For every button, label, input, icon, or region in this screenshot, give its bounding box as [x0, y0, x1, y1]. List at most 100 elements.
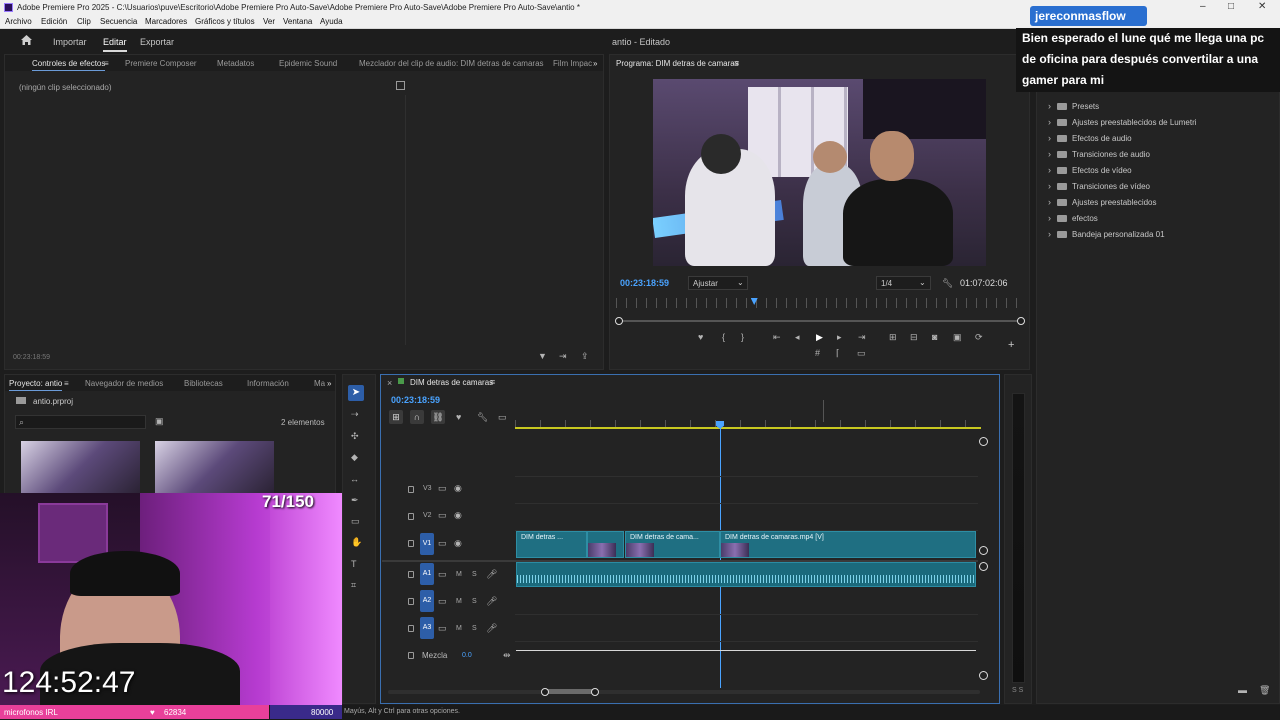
panel-toggle-icon[interactable]: [396, 81, 405, 90]
play-icon[interactable]: ▶: [816, 333, 823, 342]
panel-menu-icon[interactable]: ≡: [64, 379, 69, 388]
eye-icon[interactable]: ◉: [454, 511, 462, 520]
program-timecode[interactable]: 00:23:18:59: [620, 278, 669, 288]
microphone-icon[interactable]: 🎤︎: [486, 570, 497, 579]
timeline-settings-icon[interactable]: 🔧︎: [477, 413, 488, 422]
sync-lock-icon[interactable]: ▭: [438, 511, 447, 520]
solo-button[interactable]: S: [472, 625, 477, 632]
overlay-icon[interactable]: ⌈: [836, 349, 840, 358]
audio-clip[interactable]: [516, 562, 976, 587]
effects-item[interactable]: › Efectos de audio: [1048, 134, 1132, 146]
lock-icon[interactable]: [408, 571, 414, 578]
effects-item[interactable]: › Presets: [1048, 102, 1099, 114]
timeline-menu-icon[interactable]: ≡: [490, 377, 495, 387]
zoom-handle-right[interactable]: [1017, 317, 1025, 325]
track-select-icon[interactable]: ⇢: [351, 410, 359, 419]
eye-icon[interactable]: ◉: [454, 539, 462, 548]
vscroll-handle[interactable]: [979, 437, 988, 446]
share-icon[interactable]: ⇪: [581, 352, 589, 361]
timeline-hscroll[interactable]: [388, 690, 980, 694]
tab-epidemic-sound[interactable]: Epidemic Sound: [279, 59, 337, 68]
mark-out-icon[interactable]: }: [741, 333, 744, 342]
maximize-icon[interactable]: □: [1228, 1, 1234, 12]
tab-media-browser[interactable]: Navegador de medios: [85, 379, 163, 388]
video-clip[interactable]: DIM detras de camaras.mp4 [V]: [720, 531, 976, 558]
workspace-tab-exportar[interactable]: Exportar: [140, 37, 174, 47]
close-sequence-icon[interactable]: ×: [387, 378, 392, 388]
hand-icon[interactable]: ✋: [351, 538, 362, 547]
workspace-tab-importar[interactable]: Importar: [53, 37, 87, 47]
tab-premiere-composer[interactable]: Premiere Composer: [125, 59, 197, 68]
tab-libraries[interactable]: Bibliotecas: [184, 379, 223, 388]
menu-marcadores[interactable]: Marcadores: [145, 17, 187, 26]
ripple-edit-icon[interactable]: ✣: [351, 432, 359, 441]
new-bin-folder-icon[interactable]: ▣: [155, 417, 164, 426]
hscroll-handle-left[interactable]: [541, 688, 549, 696]
effects-item[interactable]: › Transiciones de audio: [1048, 150, 1150, 162]
microphone-icon[interactable]: 🎤︎: [486, 624, 497, 633]
panel-overflow-icon[interactable]: »: [593, 59, 597, 68]
mix-jump-icon[interactable]: ⇹: [503, 651, 511, 660]
trash-icon[interactable]: 🗑︎: [1259, 686, 1270, 695]
selection-tool-icon[interactable]: ➤: [348, 385, 364, 401]
slip-icon[interactable]: ↔: [350, 475, 359, 484]
panel-overflow-icon[interactable]: »: [327, 379, 331, 388]
lock-icon[interactable]: [408, 625, 414, 632]
work-area-bar[interactable]: [515, 427, 981, 429]
home-icon[interactable]: [20, 34, 33, 46]
effects-item[interactable]: › Efectos de vídeo: [1048, 166, 1132, 178]
sequence-tab[interactable]: DIM detras de camaras: [410, 378, 493, 387]
tab-project-antio[interactable]: Proyecto: antio: [9, 379, 63, 391]
menu-archivo[interactable]: Archivo: [5, 17, 32, 26]
menu-ventana[interactable]: Ventana: [283, 17, 312, 26]
step-forward-icon[interactable]: ▸: [837, 333, 842, 342]
multicam-icon[interactable]: ▭: [857, 349, 866, 358]
effects-item[interactable]: › Transiciones de vídeo: [1048, 182, 1150, 194]
captions-icon[interactable]: ▭: [498, 413, 507, 422]
zoom-handle-left[interactable]: [615, 317, 623, 325]
export-frame-icon[interactable]: ⇥: [559, 352, 567, 361]
solo-button[interactable]: S: [472, 598, 477, 605]
menu-clip[interactable]: Clip: [77, 17, 91, 26]
resolution-dropdown[interactable]: 1/4 ⌄: [876, 276, 931, 290]
tab-film-impac[interactable]: Film Impac: [553, 59, 592, 68]
fit-dropdown[interactable]: Ajustar ⌄: [688, 276, 748, 290]
rectangle-icon[interactable]: ▭: [351, 517, 360, 526]
new-folder-icon[interactable]: ▬: [1238, 686, 1247, 695]
nest-icon[interactable]: ⊞: [389, 410, 403, 424]
timeline-marker-icon[interactable]: ♥: [456, 413, 461, 422]
step-back-icon[interactable]: ◂: [795, 333, 800, 342]
go-to-out-icon[interactable]: ⇥: [858, 333, 866, 342]
microphone-icon[interactable]: 🎤︎: [486, 597, 497, 606]
mute-button[interactable]: M: [456, 598, 462, 605]
pen-icon[interactable]: ✒: [351, 496, 359, 505]
menu-ayuda[interactable]: Ayuda: [320, 17, 343, 26]
video-clip[interactable]: [587, 531, 624, 558]
effects-item[interactable]: › efectos: [1048, 214, 1098, 226]
hscroll-handle-right[interactable]: [591, 688, 599, 696]
lock-icon[interactable]: [408, 598, 414, 605]
tab-metadatos[interactable]: Metadatos: [217, 59, 254, 68]
vscroll-handle[interactable]: [979, 562, 988, 571]
tab-info[interactable]: Información: [247, 379, 289, 388]
sync-lock-icon[interactable]: ▭: [438, 570, 447, 579]
go-to-in-icon[interactable]: ⇤: [773, 333, 781, 342]
timeline-playhead-line[interactable]: [720, 428, 721, 688]
project-thumbnail[interactable]: [21, 441, 140, 494]
add-button-icon[interactable]: +: [1008, 339, 1014, 351]
vscroll-handle[interactable]: [979, 546, 988, 555]
caption-tool-icon[interactable]: ⌗: [351, 581, 356, 590]
mix-value[interactable]: 0.0: [462, 652, 472, 659]
menu-ver[interactable]: Ver: [263, 17, 275, 26]
program-menu-icon[interactable]: ≡: [734, 58, 739, 68]
sync-lock-icon[interactable]: ▭: [438, 484, 447, 493]
linked-selection-icon[interactable]: ⛓: [431, 410, 445, 424]
add-marker-icon[interactable]: ♥: [698, 333, 703, 342]
video-clip[interactable]: DIM detras de cama...: [625, 531, 720, 558]
effects-item[interactable]: › Bandeja personalizada 01: [1048, 230, 1165, 242]
zoom-bar[interactable]: [619, 320, 1021, 322]
mark-in-icon[interactable]: {: [722, 333, 725, 342]
camera-icon[interactable]: ◙: [932, 333, 937, 342]
menu-graficos[interactable]: Gráficos y títulos: [195, 17, 255, 26]
extract-icon[interactable]: ⊟: [910, 333, 918, 342]
